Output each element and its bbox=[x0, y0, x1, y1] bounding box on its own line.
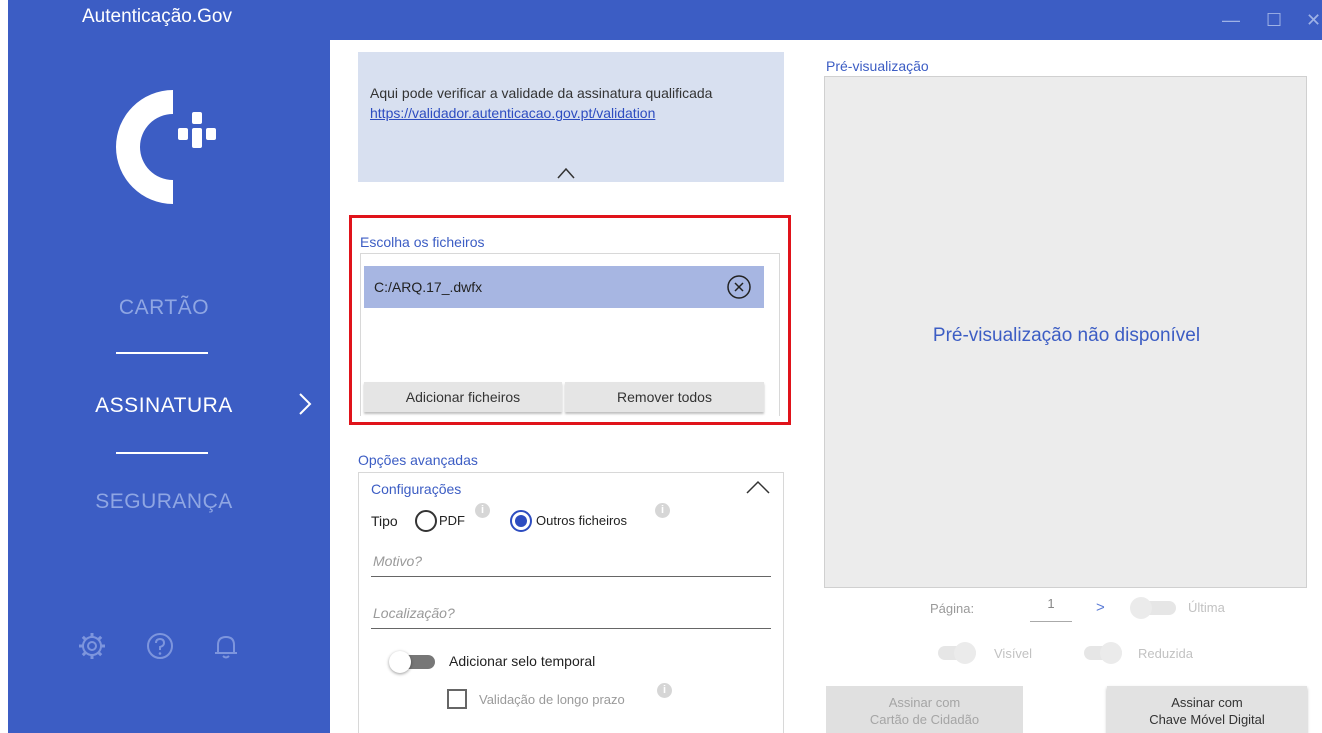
visible-label: Visível bbox=[994, 646, 1033, 661]
validation-info-box: Aqui pode verificar a validade da assina… bbox=[358, 52, 784, 182]
help-icon[interactable] bbox=[146, 632, 174, 660]
app-title: Autenticação.Gov bbox=[82, 6, 232, 27]
reduced-toggle[interactable] bbox=[1076, 642, 1122, 664]
sign-with-mobile-key-button[interactable]: Assinar com Chave Móvel Digital bbox=[1107, 686, 1307, 733]
configurations-title: Configurações bbox=[371, 481, 462, 497]
nav-item-assinatura[interactable]: ASSINATURA bbox=[8, 394, 330, 418]
validation-info-text: Aqui pode verificar a validade da assina… bbox=[370, 85, 713, 101]
sign-with-citizen-card-button[interactable]: Assinar com Cartão de Cidadão bbox=[826, 686, 1023, 733]
reason-field[interactable]: Motivo? bbox=[371, 547, 771, 577]
bell-icon[interactable] bbox=[212, 632, 240, 660]
page-number-input[interactable]: 1 bbox=[1030, 596, 1072, 622]
remove-all-button[interactable]: Remover todos bbox=[565, 382, 764, 412]
pdf-radio[interactable] bbox=[415, 510, 437, 532]
long-term-info-icon[interactable]: i bbox=[657, 683, 672, 698]
timestamp-toggle[interactable] bbox=[389, 651, 435, 673]
chevron-up-icon[interactable] bbox=[556, 166, 576, 180]
chevron-up-icon[interactable] bbox=[745, 479, 771, 495]
app-window: Autenticação.Gov — ☐ ✕ CARTÃO ASSINATURA… bbox=[0, 0, 1322, 733]
type-label: Tipo bbox=[371, 513, 398, 529]
sign-cmd-line1: Assinar com bbox=[1171, 695, 1243, 710]
autenticacao-gov-logo bbox=[116, 90, 216, 204]
chevron-right-icon bbox=[299, 393, 312, 415]
validation-link[interactable]: https://validador.autenticacao.gov.pt/va… bbox=[370, 105, 655, 121]
other-files-radio-label: Outros ficheiros bbox=[536, 513, 628, 528]
last-page-toggle[interactable] bbox=[1130, 597, 1176, 619]
last-page-label: Última bbox=[1188, 600, 1225, 615]
location-field[interactable]: Localização? bbox=[371, 599, 771, 629]
other-files-info-icon[interactable]: i bbox=[655, 503, 670, 518]
remove-file-icon[interactable] bbox=[726, 274, 752, 300]
page-label: Página: bbox=[930, 601, 975, 616]
pdf-info-icon[interactable]: i bbox=[475, 503, 490, 518]
window-edge bbox=[0, 0, 8, 733]
preview-title: Pré-visualização bbox=[826, 58, 929, 74]
title-bar: Autenticação.Gov — ☐ ✕ bbox=[8, 0, 1322, 40]
file-chooser-title: Escolha os ficheiros bbox=[360, 234, 485, 250]
gear-icon[interactable] bbox=[78, 632, 106, 660]
maximize-button[interactable]: ☐ bbox=[1266, 10, 1282, 30]
advanced-options-panel: Configurações Tipo PDF i Outros ficheiro… bbox=[358, 472, 784, 733]
visible-toggle[interactable] bbox=[930, 642, 976, 664]
sign-cmd-line2: Chave Móvel Digital bbox=[1149, 712, 1265, 727]
pdf-radio-label: PDF bbox=[439, 513, 465, 528]
location-placeholder: Localização? bbox=[373, 605, 455, 621]
preview-unavailable-message: Pré-visualização não disponível bbox=[932, 325, 1201, 346]
sign-cc-line2: Cartão de Cidadão bbox=[869, 712, 980, 727]
long-term-checkbox[interactable] bbox=[447, 689, 467, 709]
nav-item-seguranca[interactable]: SEGURANÇA bbox=[8, 490, 330, 514]
file-name: C:/ARQ.17_.dwfx bbox=[374, 279, 483, 295]
file-list-item[interactable]: C:/ARQ.17_.dwfx bbox=[364, 266, 764, 308]
reduced-label: Reduzida bbox=[1138, 646, 1193, 661]
next-page-button[interactable]: > bbox=[1096, 599, 1105, 616]
other-files-radio[interactable] bbox=[510, 510, 532, 532]
advanced-options-title: Opções avançadas bbox=[358, 452, 478, 468]
long-term-label: Validação de longo prazo bbox=[479, 692, 625, 707]
sidebar: CARTÃO ASSINATURA SEGURANÇA bbox=[8, 40, 330, 733]
nav-separator bbox=[116, 452, 208, 454]
preview-area: Pré-visualização não disponível bbox=[824, 76, 1307, 588]
reason-placeholder: Motivo? bbox=[373, 553, 423, 569]
timestamp-label: Adicionar selo temporal bbox=[449, 653, 596, 669]
file-chooser-highlight: Escolha os ficheiros C:/ARQ.17_.dwfx Adi… bbox=[349, 215, 791, 425]
main-content: Aqui pode verificar a validade da assina… bbox=[330, 40, 1322, 733]
close-button[interactable]: ✕ bbox=[1306, 10, 1321, 30]
add-files-button[interactable]: Adicionar ficheiros bbox=[364, 382, 562, 412]
nav-separator bbox=[116, 352, 208, 354]
sign-cc-line1: Assinar com bbox=[888, 695, 961, 710]
nav-item-cartao[interactable]: CARTÃO bbox=[8, 296, 330, 320]
minimize-button[interactable]: — bbox=[1222, 10, 1240, 30]
